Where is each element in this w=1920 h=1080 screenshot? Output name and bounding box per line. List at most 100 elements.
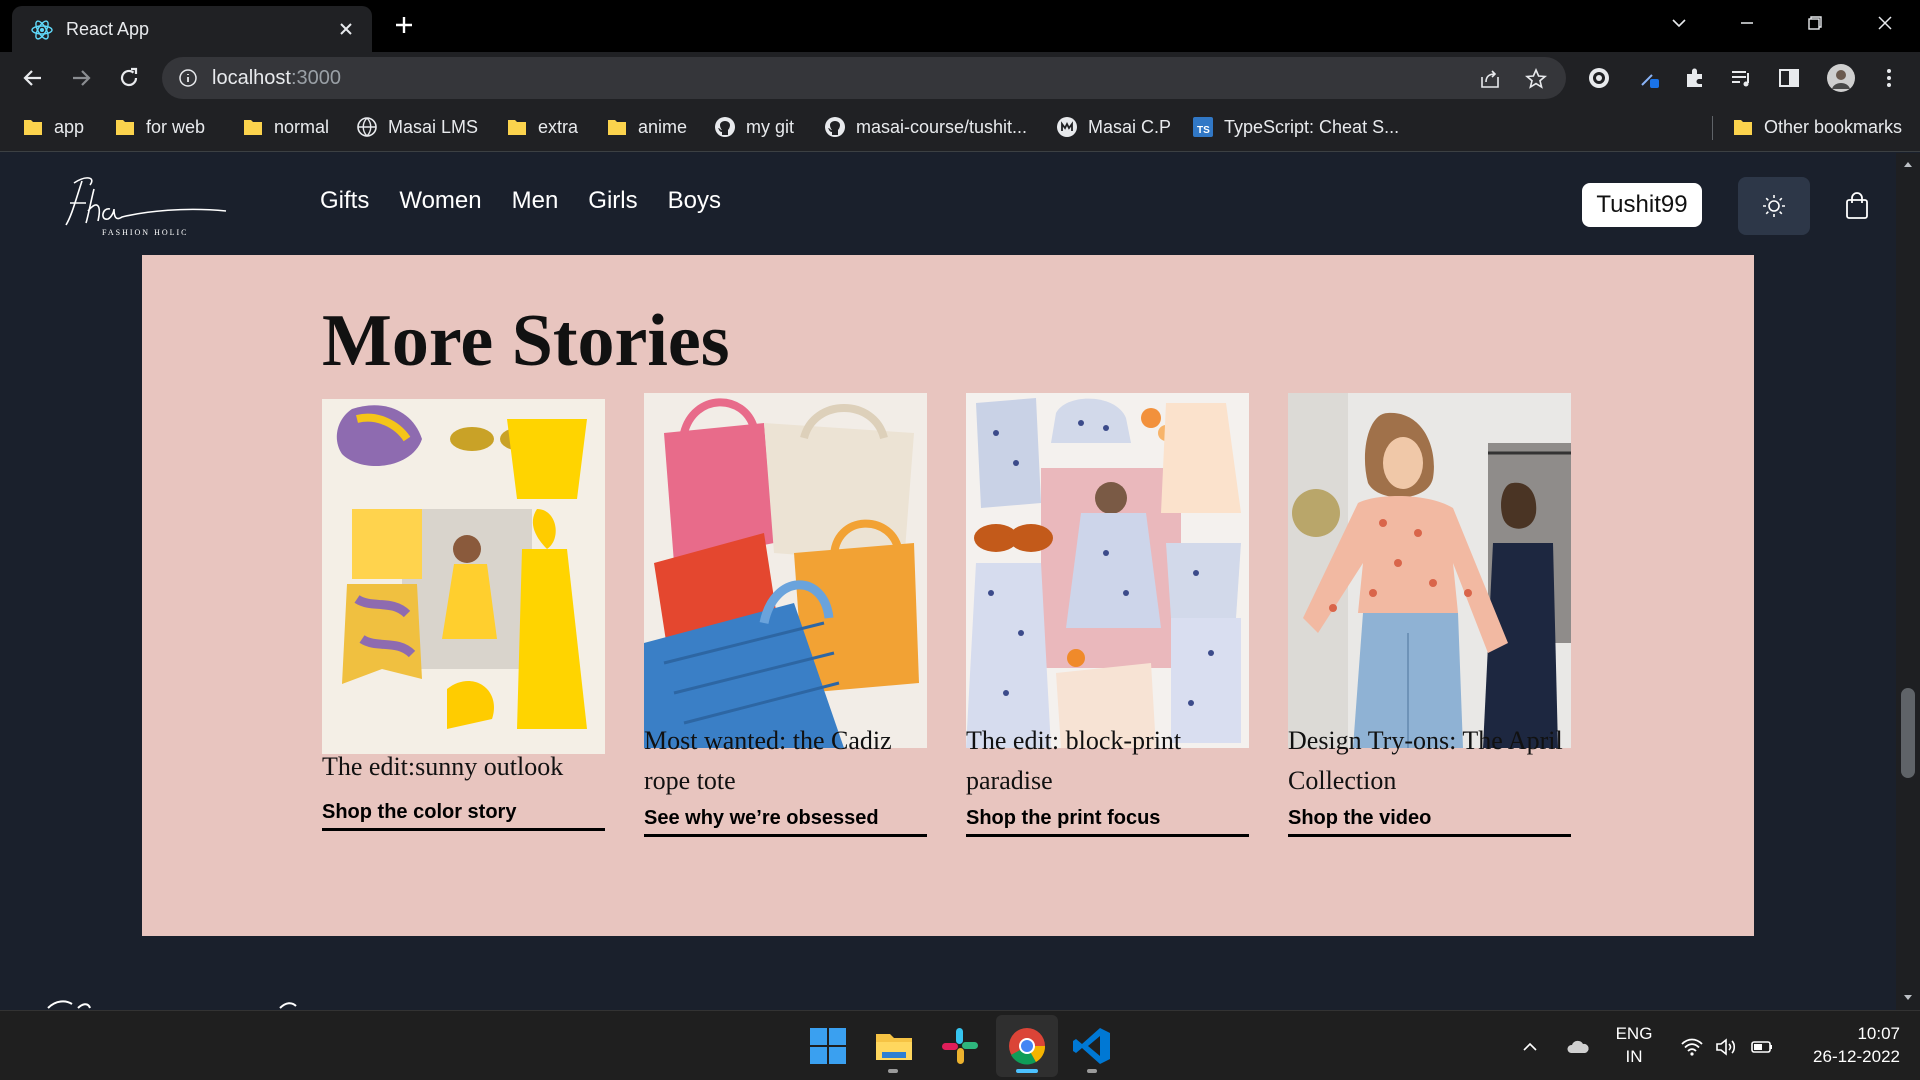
folder-icon [1734,120,1752,135]
minimize-icon[interactable] [1734,10,1760,36]
running-indicator [888,1069,898,1073]
bookmark-label: masai-course/tushit... [856,116,1028,137]
battery-icon[interactable] [1750,1035,1774,1059]
folder-icon [116,120,134,135]
story-title: Most wanted: the Cadiz rope tote [644,726,892,795]
browser-titlebar: React App [0,0,1920,52]
url-text[interactable]: localhost:3000 [212,67,341,90]
github-icon [715,117,735,137]
close-tab-icon[interactable] [334,17,358,41]
bookmark-other[interactable]: Other bookmarks [1732,114,1902,140]
user-account-button[interactable]: Tushit99 [1582,183,1702,227]
bookmark-label: for web [146,116,206,137]
bookmark-star-icon[interactable] [1524,67,1548,91]
folder-icon [24,120,42,135]
new-tab-icon[interactable] [392,13,416,37]
bookmark-for-web[interactable]: for web [114,114,205,140]
slack-icon[interactable] [938,1024,982,1068]
tab-search-icon[interactable] [1666,10,1692,36]
media-queue-icon[interactable] [1728,65,1754,91]
forward-arrow-icon[interactable] [68,65,94,91]
bookmark-label: Masai C.P [1088,116,1172,137]
nav-gifts[interactable]: Gifts [320,187,369,215]
windows-start-icon[interactable] [806,1024,850,1068]
more-stories-section: More Stories The edit:sunny outlook Shop… [142,255,1754,936]
footer-logo-peek [47,1000,297,1009]
clock-time[interactable]: 10:07 [1790,1024,1900,1044]
story-link[interactable]: Shop the video [1288,807,1571,837]
theme-toggle-button[interactable] [1738,177,1810,235]
nav-girls[interactable]: Girls [588,187,637,215]
chrome-menu-icon[interactable] [1876,65,1902,91]
bookmark-typescript[interactable]: TS TypeScript: Cheat S... [1192,114,1399,140]
restore-icon[interactable] [1802,10,1828,36]
url-host: localhost [212,67,291,89]
chrome-icon[interactable] [1005,1024,1049,1068]
nav-women[interactable]: Women [399,187,481,215]
nav-men[interactable]: Men [512,187,559,215]
browser-toolbar: localhost:3000 [0,52,1920,104]
bookmark-label: app [54,116,85,137]
bookmark-anime[interactable]: anime [606,114,687,140]
reload-icon[interactable] [116,65,142,91]
nav-boys[interactable]: Boys [668,187,721,215]
profile-avatar-icon[interactable] [1826,63,1856,93]
bookmark-label: normal [274,116,330,137]
tab-title: React App [66,19,150,39]
scroll-up-arrow-icon[interactable] [1902,159,1914,171]
story-image-april-collection[interactable] [1288,393,1571,748]
browser-tab[interactable]: React App [12,6,372,52]
story-link[interactable]: See why we’re obsessed [644,807,927,837]
main-nav: Gifts Women Men Girls Boys [320,187,721,215]
bookmark-app[interactable]: app [22,114,84,140]
eyedropper-extension-icon[interactable] [1636,65,1662,91]
chevron-up-icon[interactable] [1518,1035,1542,1059]
scrollbar-thumb[interactable] [1901,688,1915,778]
page-viewport: FASHION HOLIC Gifts Women Men Girls Boys… [0,153,1896,1010]
story-title: The edit:sunny outlook [322,752,564,781]
bookmark-extra[interactable]: extra [506,114,578,140]
sun-icon [1763,195,1785,217]
active-indicator [1016,1069,1038,1073]
bookmark-label: TypeScript: Cheat S... [1224,116,1400,137]
story-image-cadiz-tote[interactable] [644,393,927,748]
bookmarks-separator [1712,116,1713,140]
vscode-icon[interactable] [1070,1024,1114,1068]
extension-circle-icon[interactable] [1586,65,1612,91]
bookmark-label: extra [538,116,579,137]
onedrive-cloud-icon[interactable] [1566,1035,1590,1059]
language-code[interactable]: ENG [1614,1024,1654,1044]
story-link[interactable]: Shop the color story [322,801,605,831]
clock-date[interactable]: 26-12-2022 [1790,1047,1900,1067]
story-title: Design Try-ons: The April Collection [1288,726,1563,795]
folder-icon [608,120,626,135]
windows-taskbar: ENG IN 10:07 26-12-2022 [0,1010,1920,1080]
fashion-holic-logo[interactable]: FASHION HOLIC [56,171,228,237]
bookmarks-bar: app for web normal Masai LMS extra anime… [0,104,1920,152]
volume-icon[interactable] [1714,1035,1738,1059]
bookmark-masai-lms[interactable]: Masai LMS [356,114,478,140]
back-arrow-icon[interactable] [20,65,46,91]
story-image-block-print[interactable] [966,393,1249,748]
scroll-down-arrow-icon[interactable] [1902,991,1914,1003]
page-scrollbar[interactable] [1896,153,1920,1010]
shopping-bag-icon[interactable] [1842,191,1872,221]
logo-subtitle: FASHION HOLIC [102,228,189,237]
wifi-icon[interactable] [1680,1035,1704,1059]
site-navbar: FASHION HOLIC Gifts Women Men Girls Boys… [0,153,1896,255]
share-icon[interactable] [1478,67,1502,91]
close-window-icon[interactable] [1872,10,1898,36]
bookmark-masai-cp[interactable]: Masai C.P [1056,114,1171,140]
github-icon [825,117,845,137]
story-link[interactable]: Shop the print focus [966,807,1249,837]
story-image-sunny-outlook[interactable] [322,399,605,754]
file-explorer-icon[interactable] [872,1024,916,1068]
address-bar[interactable]: localhost:3000 [162,57,1566,99]
bookmark-masai-course[interactable]: masai-course/tushit... [824,114,1027,140]
language-region[interactable]: IN [1614,1047,1654,1067]
side-panel-icon[interactable] [1776,65,1802,91]
bookmark-normal[interactable]: normal [242,114,329,140]
site-info-icon[interactable] [178,68,198,88]
bookmark-my-git[interactable]: my git [714,114,794,140]
extensions-puzzle-icon[interactable] [1682,65,1708,91]
